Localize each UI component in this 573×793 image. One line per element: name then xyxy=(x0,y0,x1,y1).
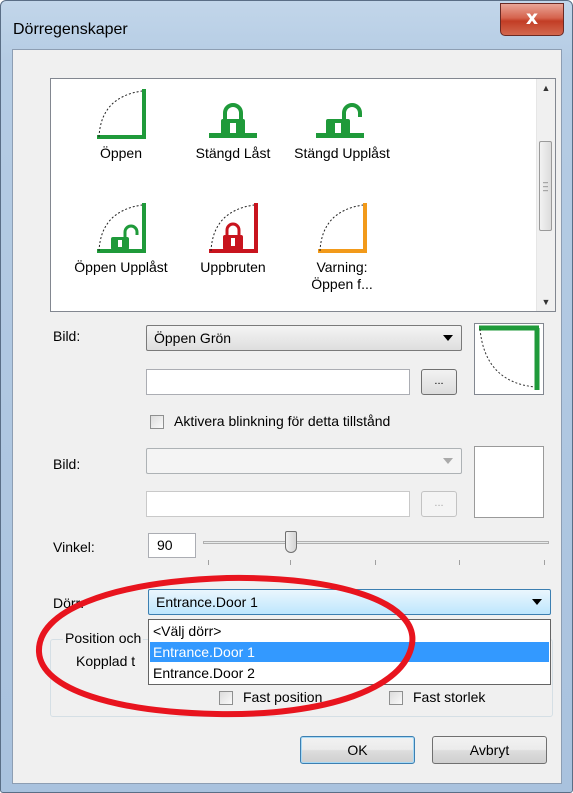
position-group-title: Position och xyxy=(63,630,144,646)
door-option[interactable]: <Välj dörr> xyxy=(150,621,549,641)
door-select-value: Entrance.Door 1 xyxy=(156,594,258,610)
image-path-input[interactable] xyxy=(146,369,410,395)
image-label: Bild: xyxy=(53,328,81,344)
dialog-window: Dörregenskaper x Öppen Stängd Låst Stäng… xyxy=(0,0,573,793)
state-label: Uppbruten xyxy=(200,259,266,275)
angle-value: 90 xyxy=(157,537,173,553)
state-item-closed-unlocked[interactable]: Stängd Upplåst xyxy=(292,85,392,162)
chevron-down-icon xyxy=(532,599,542,605)
door-forced-red-icon xyxy=(209,203,258,253)
angle-slider-thumb[interactable] xyxy=(285,531,297,553)
image-select-value: Öppen Grön xyxy=(154,330,232,346)
fixed-size-checkbox[interactable] xyxy=(389,691,403,705)
state-label: Stängd Låst xyxy=(195,145,271,161)
slider-tick xyxy=(290,560,291,565)
door-option-selected[interactable]: Entrance.Door 1 xyxy=(150,642,549,662)
fixed-size-label: Fast storlek xyxy=(413,689,486,705)
state-item-open-unlocked[interactable]: Öppen Upplåst xyxy=(71,199,171,276)
slider-tick xyxy=(544,560,545,565)
blink-label: Aktivera blinkning för detta tillstånd xyxy=(174,413,391,429)
door-open-green-icon xyxy=(97,89,146,139)
title-bar[interactable]: Dörregenskaper x xyxy=(1,1,572,51)
state-label: Öppen Upplåst xyxy=(74,259,168,275)
slider-tick xyxy=(208,560,209,565)
angle-slider-track[interactable] xyxy=(203,541,549,544)
door-dropdown-list[interactable]: <Välj dörr> Entrance.Door 1 Entrance.Doo… xyxy=(148,619,551,685)
fixed-position-checkbox[interactable] xyxy=(219,691,233,705)
list-scrollbar[interactable]: ▲ – – – ▼ xyxy=(536,79,555,311)
close-icon: x xyxy=(525,7,539,29)
ok-button[interactable]: OK xyxy=(300,736,415,764)
lock-unlocked-green-icon xyxy=(316,103,364,138)
door-open-orange-icon xyxy=(318,203,367,253)
state-item-forced[interactable]: Uppbruten xyxy=(183,199,283,276)
close-button[interactable]: x xyxy=(500,3,564,36)
state-item-warning-open[interactable]: Varning: Öppen f... xyxy=(292,199,392,293)
image2-select[interactable] xyxy=(146,448,462,474)
door-option[interactable]: Entrance.Door 2 xyxy=(150,663,549,683)
image2-preview xyxy=(474,446,544,518)
angle-label: Vinkel: xyxy=(53,539,95,555)
state-label: Varning: Öppen f... xyxy=(311,259,373,292)
blink-checkbox[interactable] xyxy=(150,415,164,429)
scroll-thumb[interactable]: – – – xyxy=(539,141,552,231)
image2-label: Bild: xyxy=(53,456,81,472)
image-preview xyxy=(474,323,544,395)
browse2-button[interactable]: ... xyxy=(421,491,457,517)
slider-tick xyxy=(375,560,376,565)
scroll-down-icon[interactable]: ▼ xyxy=(537,293,555,311)
chevron-down-icon xyxy=(443,335,453,341)
chevron-down-icon xyxy=(443,458,453,464)
angle-input[interactable]: 90 xyxy=(148,533,196,558)
state-label: Öppen xyxy=(99,145,143,161)
door-open-green-icon xyxy=(479,325,540,390)
scroll-up-icon[interactable]: ▲ xyxy=(537,79,555,97)
grip-icon: – – – xyxy=(543,177,549,195)
door-label: Dörr: xyxy=(53,595,85,611)
cancel-button[interactable]: Avbryt xyxy=(432,736,547,764)
fixed-position-label: Fast position xyxy=(243,689,323,705)
door-select[interactable]: Entrance.Door 1 xyxy=(148,589,551,615)
state-list[interactable]: Öppen Stängd Låst Stängd Upplåst Öppen U… xyxy=(50,78,556,312)
state-label: Stängd Upplåst xyxy=(294,145,390,161)
state-item-open[interactable]: Öppen xyxy=(71,85,171,162)
dialog-title: Dörregenskaper xyxy=(13,21,128,38)
door-open-unlocked-green-icon xyxy=(97,203,146,253)
dialog-body: Öppen Stängd Låst Stängd Upplåst Öppen U… xyxy=(12,49,562,784)
state-item-closed-locked[interactable]: Stängd Låst xyxy=(183,85,283,162)
browse-button[interactable]: ... xyxy=(421,369,457,395)
linked-label: Kopplad t xyxy=(76,653,136,669)
image-select[interactable]: Öppen Grön xyxy=(146,325,462,351)
slider-tick xyxy=(459,560,460,565)
lock-locked-green-icon xyxy=(209,103,257,138)
image2-path-input[interactable] xyxy=(146,491,410,517)
